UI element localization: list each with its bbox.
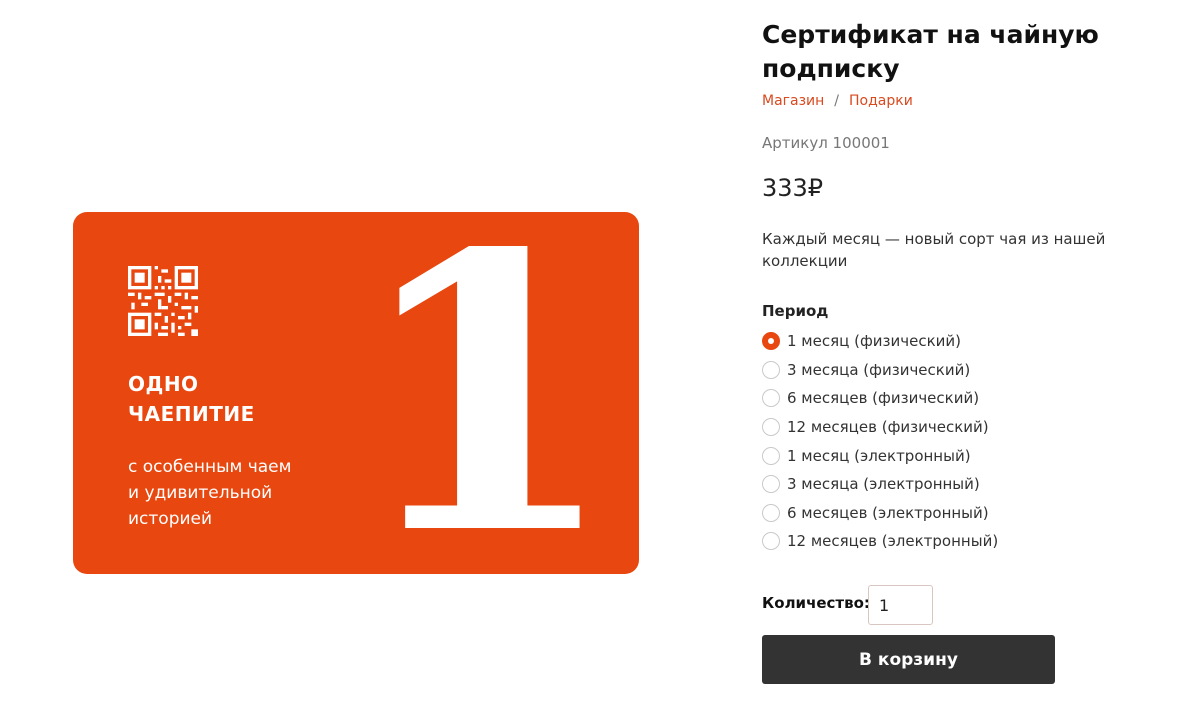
- period-option[interactable]: 12 месяцев (физический): [762, 413, 1162, 442]
- period-options: 1 месяц (физический) 3 месяца (физически…: [762, 327, 1162, 556]
- radio-button[interactable]: [762, 446, 780, 465]
- period-option[interactable]: 1 месяц (электронный): [762, 441, 1162, 470]
- card-subtitle: с особенным чаем и удивительной историей: [128, 454, 358, 532]
- card-title: ОДНО ЧАЕПИТИЕ: [128, 369, 348, 429]
- breadcrumb-separator: /: [834, 93, 840, 109]
- qr-code-icon: [128, 266, 198, 336]
- period-option[interactable]: 6 месяцев (электронный): [762, 499, 1162, 528]
- card-big-number: 1: [353, 212, 618, 574]
- period-option-label: 12 месяцев (физический): [787, 418, 989, 437]
- period-label: Период: [762, 302, 829, 320]
- product-image-card: ОДНО ЧАЕПИТИЕ с особенным чаем и удивите…: [73, 212, 639, 574]
- period-option-label: 1 месяц (физический): [787, 332, 962, 351]
- card-subtitle-line: с особенным чаем: [128, 457, 292, 477]
- period-option[interactable]: 12 месяцев (электронный): [762, 527, 1162, 556]
- period-option-label: 6 месяцев (физический): [787, 389, 980, 408]
- product-price: 333₽: [762, 174, 824, 202]
- breadcrumb-shop-link[interactable]: Магазин: [762, 93, 824, 109]
- period-option[interactable]: 1 месяц (физический): [762, 327, 1162, 356]
- product-title: Сертификат на чайную подписку: [762, 20, 1099, 83]
- radio-button[interactable]: [762, 418, 780, 437]
- breadcrumb-gifts-link[interactable]: Подарки: [849, 93, 913, 109]
- radio-button[interactable]: [762, 360, 780, 379]
- card-subtitle-line: историей: [128, 509, 213, 529]
- card-title-line: ЧАЕПИТИЕ: [128, 402, 255, 426]
- period-option-label: 6 месяцев (электронный): [787, 503, 989, 522]
- quantity-label: Количество:: [762, 594, 870, 612]
- period-option-label: 12 месяцев (электронный): [787, 532, 999, 551]
- period-option[interactable]: 3 месяца (электронный): [762, 470, 1162, 499]
- card-subtitle-line: и удивительной: [128, 483, 273, 503]
- radio-button[interactable]: [762, 389, 780, 408]
- add-to-cart-button[interactable]: В корзину: [762, 635, 1055, 684]
- period-option[interactable]: 6 месяцев (физический): [762, 384, 1162, 413]
- quantity-input[interactable]: [868, 585, 933, 625]
- radio-button[interactable]: [762, 475, 780, 494]
- period-option[interactable]: 3 месяца (физический): [762, 356, 1162, 385]
- period-option-label: 3 месяца (физический): [787, 360, 971, 379]
- radio-button-checked[interactable]: [762, 332, 780, 351]
- card-title-line: ОДНО: [128, 372, 199, 396]
- radio-button[interactable]: [762, 532, 780, 551]
- product-description: Каждый месяц — новый сорт чая из нашей к…: [762, 230, 1106, 270]
- breadcrumb: Магазин / Подарки: [762, 93, 913, 109]
- period-option-label: 1 месяц (электронный): [787, 446, 971, 465]
- radio-button[interactable]: [762, 503, 780, 522]
- product-sku: Артикул 100001: [762, 134, 890, 152]
- period-option-label: 3 месяца (электронный): [787, 475, 980, 494]
